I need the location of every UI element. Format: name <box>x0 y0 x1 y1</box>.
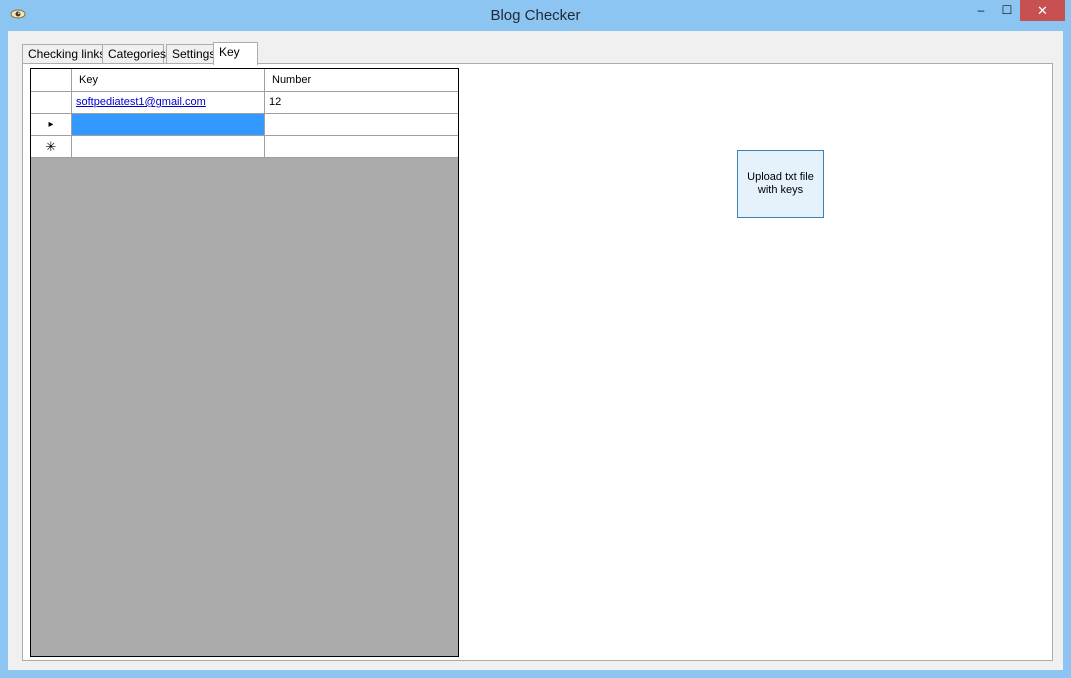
grid-cell-number[interactable]: 12 <box>265 92 458 114</box>
tab-checking-links[interactable]: Checking links <box>22 44 105 64</box>
grid-cell-key[interactable]: softpediatest1@gmail.com <box>72 92 265 114</box>
grid-cell-key-new[interactable] <box>72 136 265 158</box>
tab-settings[interactable]: Settings <box>166 44 215 64</box>
column-header-number[interactable]: Number <box>265 69 458 92</box>
keys-grid[interactable]: Key Number softpediatest1@gmail.com 12 ▸… <box>30 68 459 657</box>
current-row-indicator[interactable]: ▸ <box>31 114 72 136</box>
key-tab-page: Key Number softpediatest1@gmail.com 12 ▸… <box>22 63 1053 661</box>
grid-cell-number-new[interactable] <box>265 136 458 158</box>
close-button[interactable]: ✕ <box>1020 0 1065 21</box>
window-title: Blog Checker <box>490 7 581 24</box>
upload-keys-button-label: Upload txt file with keys <box>747 171 814 196</box>
grid-cell-number[interactable] <box>265 114 458 136</box>
app-window: Blog Checker – ☐ ✕ Checking links Catego… <box>0 0 1071 678</box>
title-bar[interactable]: Blog Checker – ☐ ✕ <box>0 0 1071 31</box>
maximize-button[interactable]: ☐ <box>994 0 1020 21</box>
upload-keys-button[interactable]: Upload txt file with keys <box>737 150 824 218</box>
column-header-key[interactable]: Key <box>72 69 265 92</box>
minimize-button[interactable]: – <box>968 0 994 21</box>
grid-corner-header[interactable] <box>31 69 72 92</box>
new-row-indicator[interactable]: ✳ <box>31 136 72 158</box>
client-area: Checking links Categories Settings Key K… <box>8 31 1063 670</box>
tab-key[interactable]: Key <box>213 42 258 65</box>
key-link[interactable]: softpediatest1@gmail.com <box>76 96 206 108</box>
grid-cell-key-selected[interactable] <box>72 114 265 136</box>
row-header[interactable] <box>31 92 72 114</box>
tab-categories[interactable]: Categories <box>102 44 166 64</box>
